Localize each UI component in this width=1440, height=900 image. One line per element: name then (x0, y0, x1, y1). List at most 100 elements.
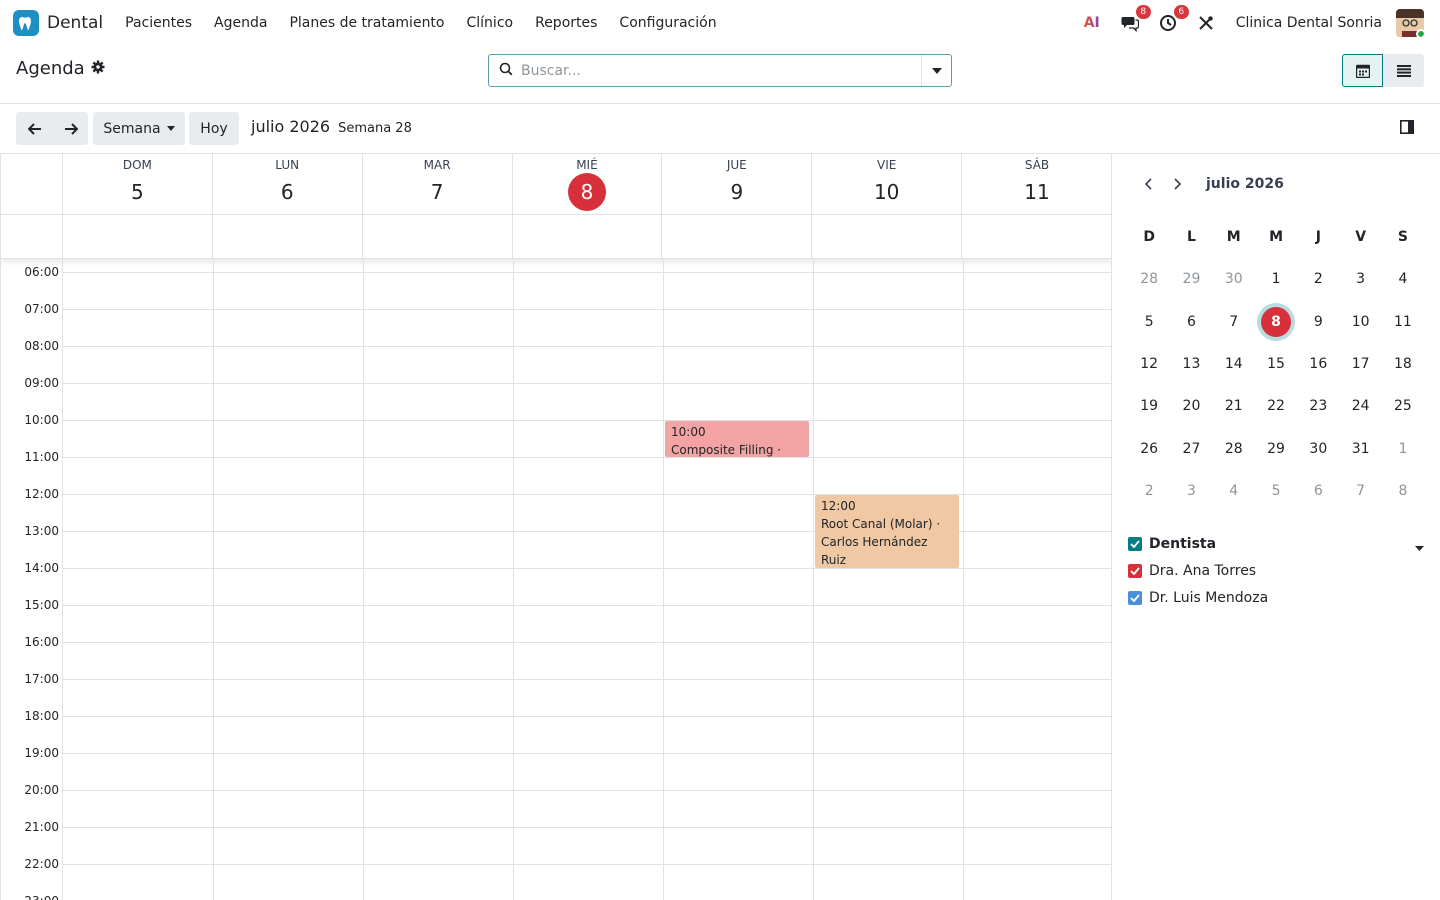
mini-day[interactable]: 12 (1128, 356, 1170, 372)
mini-day[interactable]: 24 (1339, 398, 1381, 414)
mini-day[interactable]: 30 (1297, 441, 1339, 457)
menu-pacientes[interactable]: Pacientes (125, 15, 192, 31)
mini-day[interactable]: 20 (1170, 398, 1212, 414)
all-day-cell[interactable] (962, 215, 1111, 258)
mini-day[interactable]: 14 (1213, 356, 1255, 372)
mini-day[interactable]: 11 (1382, 314, 1424, 330)
day-header[interactable]: SÁB 11 (962, 154, 1111, 216)
day-header[interactable]: VIE 10 (812, 154, 963, 214)
search-options-toggle[interactable] (921, 55, 951, 86)
user-avatar[interactable] (1396, 9, 1424, 37)
mini-day[interactable]: 23 (1297, 398, 1339, 414)
menu-reportes[interactable]: Reportes (535, 15, 597, 31)
filter-header[interactable]: Dentista (1128, 530, 1428, 557)
day-header[interactable]: DOM 5 (63, 154, 213, 214)
mini-day[interactable]: 29 (1170, 271, 1212, 287)
mini-day[interactable]: 19 (1128, 398, 1170, 414)
hour-line (63, 420, 1111, 421)
mini-day[interactable]: 29 (1255, 441, 1297, 457)
mini-day[interactable]: 18 (1382, 356, 1424, 372)
mini-day[interactable]: 28 (1213, 441, 1255, 457)
appointment-event[interactable]: 12:00 Root Canal (Molar) · Carlos Hernánd… (815, 495, 959, 568)
mini-day[interactable]: 5 (1128, 314, 1170, 330)
mini-day[interactable]: 4 (1382, 271, 1424, 287)
mini-day[interactable]: 3 (1170, 483, 1212, 499)
day-column-line (213, 259, 214, 900)
mini-day[interactable]: 16 (1297, 356, 1339, 372)
mini-day[interactable]: 1 (1382, 441, 1424, 457)
mini-day[interactable]: 21 (1213, 398, 1255, 414)
mini-day[interactable]: 26 (1128, 441, 1170, 457)
mini-day[interactable]: 3 (1339, 271, 1381, 287)
mini-next-chevron-icon[interactable] (1168, 178, 1188, 190)
day-number-text: 10 (873, 180, 900, 204)
hour-label: 12:00 (24, 487, 59, 501)
mini-day[interactable]: 6 (1170, 314, 1212, 330)
menu-clinico[interactable]: Clínico (467, 15, 514, 31)
list-view-button[interactable] (1383, 54, 1424, 87)
day-header[interactable]: MAR 7 (363, 154, 513, 214)
day-header[interactable]: JUE 9 (662, 154, 813, 214)
company-name[interactable]: Clinica Dental Sonria (1236, 15, 1382, 31)
mini-prev-chevron-icon[interactable] (1138, 178, 1158, 190)
mini-day[interactable]: 6 (1297, 483, 1339, 499)
menu-configuracion[interactable]: Configuración (619, 15, 716, 31)
filter-checkbox[interactable] (1128, 590, 1142, 605)
search-input[interactable] (521, 62, 921, 79)
all-day-cell[interactable] (363, 215, 513, 258)
sidebar-toggle-icon[interactable] (1400, 120, 1414, 138)
mini-day[interactable]: 4 (1213, 483, 1255, 499)
next-button[interactable] (53, 112, 88, 145)
scale-dropdown[interactable]: Semana (93, 112, 185, 145)
filter-all-checkbox[interactable] (1128, 536, 1142, 551)
mini-day[interactable]: 5 (1255, 483, 1297, 499)
all-day-cell[interactable] (513, 215, 663, 258)
gear-icon[interactable] (91, 58, 105, 79)
dentist-filter-item[interactable]: Dra. Ana Torres (1128, 557, 1428, 584)
menu-agenda[interactable]: Agenda (214, 15, 267, 31)
mini-day-number: 21 (1224, 398, 1243, 415)
mini-day[interactable]: 7 (1339, 483, 1381, 499)
all-day-cell[interactable] (812, 215, 963, 258)
mini-day[interactable]: 7 (1213, 314, 1255, 330)
appointment-event[interactable]: 10:00 Composite Filling · (665, 421, 809, 457)
mini-day[interactable]: 17 (1339, 356, 1381, 372)
tools-icon[interactable] (1194, 11, 1218, 35)
mini-day[interactable]: 2 (1297, 271, 1339, 287)
ai-icon[interactable]: AI (1080, 11, 1104, 35)
dentist-filter-item[interactable]: Dr. Luis Mendoza (1128, 584, 1428, 611)
all-day-cell[interactable] (213, 215, 363, 258)
mini-day[interactable]: 2 (1128, 483, 1170, 499)
mini-day[interactable]: 25 (1382, 398, 1424, 414)
day-header[interactable]: LUN 6 (213, 154, 363, 214)
caret-down-icon[interactable] (1415, 539, 1424, 555)
mini-day[interactable]: 31 (1339, 441, 1381, 457)
mini-day-number: 9 (1313, 313, 1323, 330)
mini-day[interactable]: 1 (1255, 271, 1297, 287)
filter-title: Dentista (1149, 535, 1217, 552)
calendar-view-button[interactable] (1342, 54, 1383, 87)
filter-checkbox[interactable] (1128, 563, 1142, 578)
mini-day[interactable]: 9 (1297, 314, 1339, 330)
mini-day[interactable]: 27 (1170, 441, 1212, 457)
mini-day[interactable]: 8 (1382, 483, 1424, 499)
mini-day[interactable]: 30 (1213, 271, 1255, 287)
messages-icon[interactable]: 8 (1118, 5, 1151, 35)
time-grid[interactable]: 06:00 07:00 08:00 09:00 10:00 11:00 12:00 13:00… (1, 259, 1111, 900)
mini-day[interactable]: 13 (1170, 356, 1212, 372)
activities-clock-icon[interactable]: 6 (1156, 5, 1189, 35)
app-brand[interactable]: Dental (13, 10, 103, 36)
all-day-cell[interactable] (662, 215, 813, 258)
previous-button[interactable] (16, 112, 53, 145)
mini-day[interactable]: 10 (1339, 314, 1381, 330)
mini-day[interactable]: 22 (1255, 398, 1297, 414)
menu-planes[interactable]: Planes de tratamiento (289, 15, 444, 31)
day-header[interactable]: MIÉ 8 (513, 154, 663, 214)
mini-day[interactable]: 15 (1255, 356, 1297, 372)
mini-day-today[interactable]: 8 (1255, 306, 1297, 337)
mini-week-row: 28 29 30 1 2 3 4 (1128, 258, 1440, 300)
today-button[interactable]: Hoy (189, 112, 239, 145)
mini-day[interactable]: 28 (1128, 271, 1170, 287)
all-day-cell[interactable] (63, 215, 213, 258)
day-number: 11 (962, 178, 1111, 216)
